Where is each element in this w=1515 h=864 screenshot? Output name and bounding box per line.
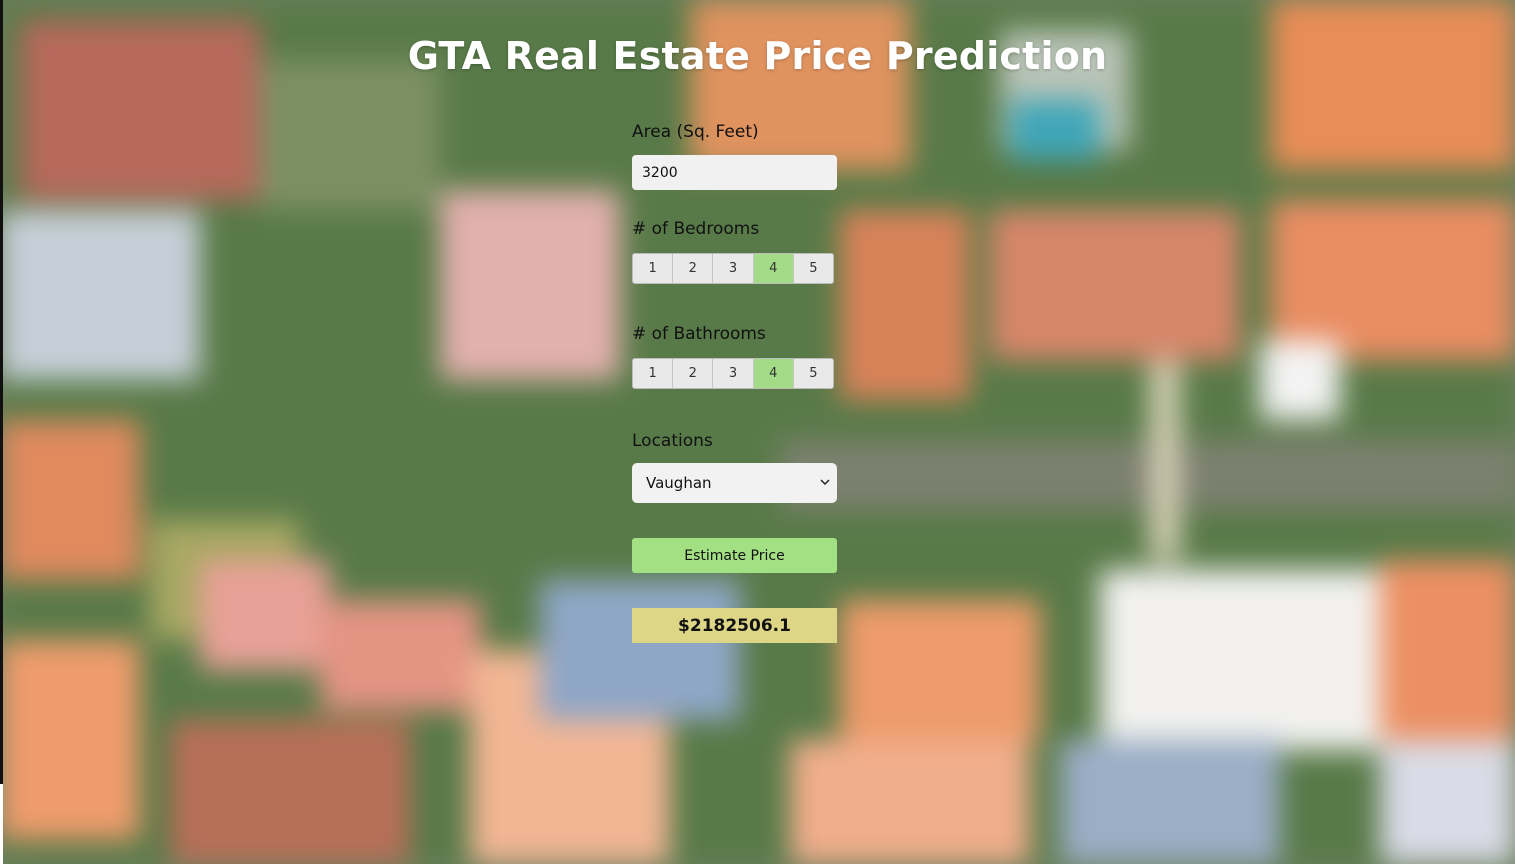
prediction-form: Area (Sq. Feet) # of Bedrooms 1 2 3 4 5 …: [632, 120, 842, 643]
bathrooms-label: # of Bathrooms: [632, 324, 766, 344]
bedrooms-option-1[interactable]: 1: [633, 254, 674, 283]
bathrooms-option-4[interactable]: 4: [753, 359, 794, 388]
area-label: Area (Sq. Feet): [632, 122, 759, 142]
bathrooms-option-3[interactable]: 3: [713, 359, 754, 388]
bathrooms-option-1[interactable]: 1: [633, 359, 674, 388]
bedrooms-option-2[interactable]: 2: [673, 254, 714, 283]
chevron-down-icon: [820, 479, 830, 486]
area-input[interactable]: [632, 155, 837, 190]
estimated-price-result: $2182506.1: [632, 608, 837, 643]
bathrooms-option-5[interactable]: 5: [793, 359, 833, 388]
bathrooms-option-2[interactable]: 2: [673, 359, 714, 388]
estimate-price-button[interactable]: Estimate Price: [632, 538, 837, 573]
page-title: GTA Real Estate Price Prediction: [407, 34, 1108, 78]
bedrooms-option-4[interactable]: 4: [753, 254, 794, 283]
bedrooms-selector: 1 2 3 4 5: [632, 253, 834, 284]
location-selected-value: Vaughan: [646, 474, 712, 492]
window-edge-bottom: [0, 784, 3, 864]
window-edge: [0, 0, 3, 790]
locations-label: Locations: [632, 431, 713, 451]
bedrooms-option-3[interactable]: 3: [713, 254, 754, 283]
bedrooms-label: # of Bedrooms: [632, 219, 760, 239]
location-select[interactable]: Vaughan: [632, 463, 837, 503]
bedrooms-option-5[interactable]: 5: [793, 254, 833, 283]
bathrooms-selector: 1 2 3 4 5: [632, 358, 834, 389]
